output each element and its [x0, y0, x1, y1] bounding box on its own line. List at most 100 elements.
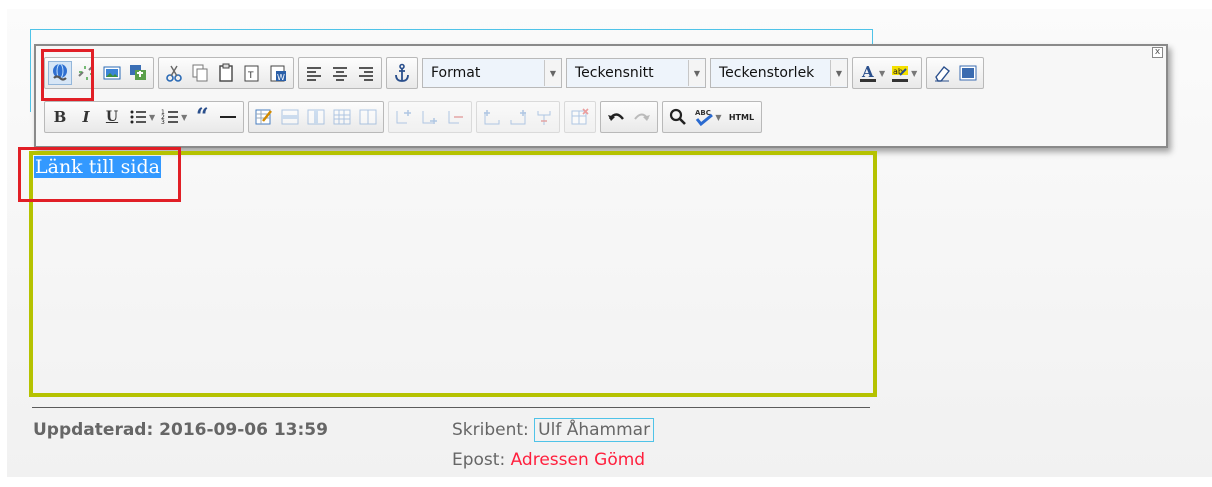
delete-table-group [564, 101, 597, 133]
horizontal-rule-icon [220, 116, 237, 118]
toolbar-row-2: B I U ▼ 123 ▼ “ ABC ▼ HTML [44, 100, 766, 134]
clipboard-group: T W [158, 57, 294, 89]
delete-col-button[interactable] [532, 105, 556, 129]
delete-table-icon [571, 108, 589, 125]
svg-text:A: A [861, 63, 874, 81]
delete-table-button[interactable] [568, 105, 592, 129]
remove-format-button[interactable] [930, 61, 954, 85]
spellcheck-button[interactable]: ABC [692, 105, 716, 129]
font-select[interactable]: Teckensnitt ▼ [566, 58, 706, 88]
email-label: Epost: [452, 450, 506, 470]
anchor-icon [395, 63, 409, 82]
align-center-button[interactable] [328, 61, 352, 85]
highlight-box-link-button [41, 49, 94, 101]
underline-icon: U [105, 109, 119, 125]
fullscreen-button[interactable] [956, 61, 980, 85]
insert-media-button[interactable] [126, 61, 150, 85]
anchor-button[interactable] [390, 61, 414, 85]
history-group [600, 101, 659, 133]
updated-timestamp: Uppdaterad: 2016-09-06 13:59 [33, 420, 328, 440]
blockquote-icon: “ [195, 104, 209, 130]
html-source-label: HTML [728, 112, 755, 122]
numbered-list-button[interactable]: 123 [158, 105, 182, 129]
insert-col-before-icon [484, 110, 500, 125]
delete-col-icon [537, 111, 551, 125]
bold-button[interactable]: B [48, 105, 72, 129]
anchor-group [386, 57, 418, 89]
eraser-icon [935, 66, 951, 82]
toolbar-row-1: T W Format ▼ Teckensnitt ▼ Teckenstorlek… [44, 56, 988, 90]
text-style-group: B I U ▼ 123 ▼ “ [44, 101, 245, 133]
bold-icon: B [53, 108, 67, 126]
paste-text-button[interactable]: T [240, 61, 264, 85]
insert-row-before-button[interactable] [392, 105, 416, 129]
email-line: Epost: Adressen Gömd [452, 450, 645, 470]
cut-icon [166, 65, 182, 82]
cut-button[interactable] [162, 61, 186, 85]
svg-text:T: T [247, 71, 254, 81]
highlight-color-button[interactable]: ab [888, 61, 912, 85]
html-source-button[interactable]: HTML [724, 105, 758, 129]
author-line: Skribent: Ulf Åhammar [452, 418, 655, 442]
insert-col-after-icon [510, 110, 527, 125]
editor-toolbar: x T W Format ▼ Teckensnitt ▼ Teckenstorl… [34, 44, 1168, 148]
italic-button[interactable]: I [74, 105, 98, 129]
email-value[interactable]: Adressen Gömd [511, 450, 645, 470]
table-col-icon [307, 109, 325, 125]
delete-row-button[interactable] [444, 105, 468, 129]
format-select[interactable]: Format ▼ [422, 58, 562, 88]
table-merge-button[interactable] [356, 105, 380, 129]
align-left-button[interactable] [302, 61, 326, 85]
italic-icon: I [82, 108, 90, 126]
paste-text-icon: T [244, 65, 259, 82]
insert-image-button[interactable] [100, 61, 124, 85]
redo-icon [634, 113, 651, 121]
font-size-select[interactable]: Teckenstorlek ▼ [710, 58, 848, 88]
numbered-list-icon: 123 [161, 109, 179, 126]
author-label: Skribent: [452, 420, 529, 440]
insert-image-icon [103, 66, 121, 80]
insert-media-icon [130, 65, 146, 80]
edit-table-button[interactable] [252, 105, 276, 129]
horizontal-rule-button[interactable] [216, 105, 240, 129]
underline-button[interactable]: U [100, 105, 124, 129]
highlight-color-icon: ab [892, 66, 909, 82]
footer-divider [32, 407, 870, 408]
bullet-list-icon [130, 110, 146, 124]
focus-outline-left [30, 29, 31, 112]
insert-col-after-button[interactable] [506, 105, 530, 129]
tools-group: ABC ▼ HTML [662, 101, 763, 133]
bullet-list-button[interactable] [126, 105, 150, 129]
color-group: A ▼ ab ▼ [852, 57, 923, 89]
chevron-down-icon: ▼ [688, 60, 705, 86]
highlight-box-selected-text [18, 147, 181, 202]
chevron-down-icon: ▼ [830, 60, 847, 86]
insert-row-after-button[interactable] [418, 105, 442, 129]
table-cells-button[interactable] [330, 105, 354, 129]
toolbar-close-button[interactable]: x [1152, 47, 1163, 58]
fullscreen-icon [959, 65, 977, 81]
insert-row-after-icon [422, 111, 438, 124]
copy-icon [192, 64, 208, 82]
table-row-props-button[interactable] [278, 105, 302, 129]
redo-button[interactable] [630, 105, 654, 129]
undo-button[interactable] [604, 105, 628, 129]
search-icon [670, 108, 687, 125]
search-button[interactable] [666, 105, 690, 129]
align-right-button[interactable] [354, 61, 378, 85]
author-name-link[interactable]: Ulf Åhammar [534, 418, 655, 442]
insert-col-before-button[interactable] [480, 105, 504, 129]
paste-icon [219, 63, 233, 82]
copy-button[interactable] [188, 61, 212, 85]
blockquote-button[interactable]: “ [190, 105, 214, 129]
row-ops-group [388, 101, 473, 133]
insert-row-before-icon [396, 110, 412, 124]
svg-text:W: W [277, 73, 285, 82]
paste-word-icon: W [270, 65, 286, 82]
paste-word-button[interactable]: W [266, 61, 290, 85]
paste-button[interactable] [214, 61, 238, 85]
text-color-button[interactable]: A [856, 61, 880, 85]
chevron-down-icon: ▼ [544, 60, 561, 86]
table-group [248, 101, 385, 133]
table-col-props-button[interactable] [304, 105, 328, 129]
